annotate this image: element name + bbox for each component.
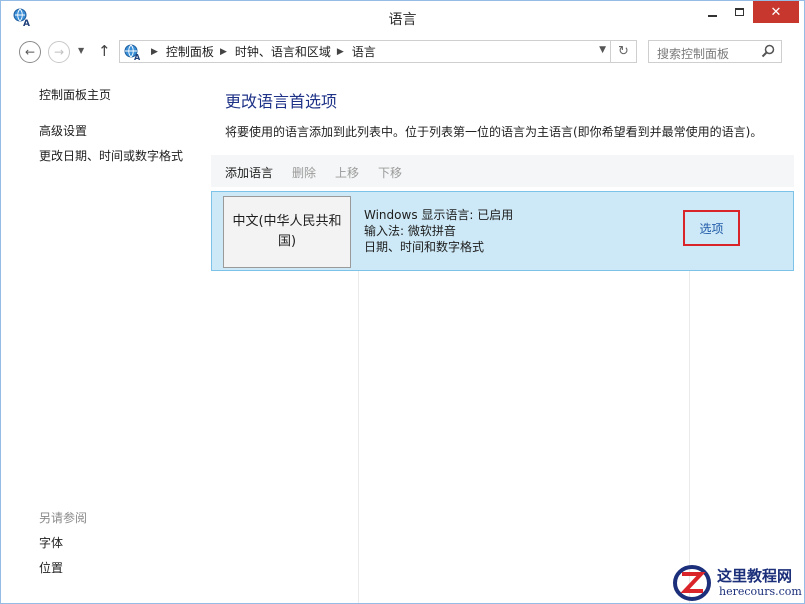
up-button[interactable]: ↑ bbox=[98, 42, 111, 60]
svg-text:A: A bbox=[134, 53, 141, 61]
search-icon[interactable] bbox=[761, 44, 775, 58]
display-language-status: Windows 显示语言: 已启用 bbox=[364, 208, 514, 222]
address-history-dropdown[interactable]: ▼ bbox=[599, 45, 606, 55]
remove-button[interactable]: 删除 bbox=[292, 164, 316, 181]
sidebar-item-advanced-settings[interactable]: 高级设置 bbox=[39, 122, 87, 139]
chevron-down-icon: ▼ bbox=[78, 46, 85, 55]
arrow-right-icon: → bbox=[53, 45, 65, 59]
language-details: Windows 显示语言: 已启用 输入法: 微软拼音 日期、时间和数字格式 bbox=[364, 207, 513, 255]
minimize-icon bbox=[707, 14, 717, 17]
sidebar-item-control-panel-home[interactable]: 控制面板主页 bbox=[39, 86, 111, 103]
add-language-button[interactable]: 添加语言 bbox=[225, 164, 273, 181]
watermark-title: 这里教程网 bbox=[717, 567, 793, 585]
control-panel-window: A 语言 ✕ ← → ▼ ↑ A ▶ 控制面板 ▶ 时钟、语言和区域 ▶ 语言 … bbox=[0, 0, 805, 604]
search-input[interactable]: 搜索控制面板 bbox=[648, 40, 782, 63]
site-watermark-logo: 这里教程网 herecours.com bbox=[671, 561, 804, 603]
refresh-icon: ↻ bbox=[618, 44, 629, 59]
main-content: 更改语言首选项 将要使用的语言添加到此列表中。位于列表第一位的语言为主语言(即你… bbox=[211, 67, 804, 603]
arrow-up-icon: ↑ bbox=[98, 42, 111, 60]
sidebar-item-fonts[interactable]: 字体 bbox=[39, 534, 63, 551]
language-globe-icon: A bbox=[124, 44, 141, 61]
language-list: 中文(中华人民共和国) Windows 显示语言: 已启用 输入法: 微软拼音 … bbox=[211, 191, 794, 603]
date-time-format: 日期、时间和数字格式 bbox=[364, 240, 485, 254]
forward-button[interactable]: → bbox=[48, 41, 70, 63]
chevron-right-icon[interactable]: ▶ bbox=[337, 47, 344, 57]
minimize-button[interactable] bbox=[698, 1, 726, 23]
sidebar: 控制面板主页 高级设置 更改日期、时间或数字格式 另请参阅 字体 位置 bbox=[1, 67, 211, 603]
watermark-url: herecours.com bbox=[719, 585, 802, 598]
window-title: 语言 bbox=[388, 12, 417, 28]
language-toolbar: 添加语言 删除 上移 下移 bbox=[211, 155, 794, 187]
recent-locations-dropdown[interactable]: ▼ bbox=[78, 46, 84, 55]
watermark-z-logo-icon bbox=[673, 565, 711, 601]
chevron-right-icon[interactable]: ▶ bbox=[151, 47, 158, 57]
search-placeholder: 搜索控制面板 bbox=[657, 47, 730, 61]
back-button[interactable]: ← bbox=[19, 41, 41, 63]
page-description: 将要使用的语言添加到此列表中。位于列表第一位的语言为主语言(即你希望看到并最常使… bbox=[225, 125, 763, 139]
close-button[interactable]: ✕ bbox=[753, 1, 799, 23]
language-row[interactable]: 中文(中华人民共和国) Windows 显示语言: 已启用 输入法: 微软拼音 … bbox=[211, 191, 794, 271]
input-method: 输入法: 微软拼音 bbox=[364, 224, 456, 238]
chevron-right-icon[interactable]: ▶ bbox=[220, 47, 227, 57]
close-icon: ✕ bbox=[770, 4, 782, 20]
page-title: 更改语言首选项 bbox=[225, 92, 338, 111]
refresh-button[interactable]: ↻ bbox=[610, 41, 636, 62]
move-down-button[interactable]: 下移 bbox=[378, 164, 402, 181]
maximize-button[interactable] bbox=[726, 1, 752, 23]
move-up-button[interactable]: 上移 bbox=[335, 164, 359, 181]
language-name-button[interactable]: 中文(中华人民共和国) bbox=[223, 196, 351, 268]
breadcrumb-clock-language-region[interactable]: 时钟、语言和区域 bbox=[235, 43, 331, 60]
arrow-left-icon: ← bbox=[24, 45, 36, 59]
sidebar-item-change-date-time-format[interactable]: 更改日期、时间或数字格式 bbox=[39, 147, 183, 164]
navigation-bar: ← → ▼ ↑ A ▶ 控制面板 ▶ 时钟、语言和区域 ▶ 语言 ▼ ↻ 搜索控… bbox=[1, 37, 804, 67]
title-bar[interactable]: A 语言 ✕ bbox=[1, 1, 804, 33]
breadcrumb-language[interactable]: 语言 bbox=[352, 43, 376, 60]
address-bar[interactable]: A ▶ 控制面板 ▶ 时钟、语言和区域 ▶ 语言 ▼ ↻ bbox=[119, 40, 637, 63]
maximize-icon bbox=[734, 8, 744, 16]
options-link[interactable]: 选项 bbox=[683, 210, 740, 246]
see-also-heading: 另请参阅 bbox=[39, 511, 88, 525]
sidebar-item-location[interactable]: 位置 bbox=[39, 559, 63, 576]
breadcrumb-control-panel[interactable]: 控制面板 bbox=[166, 43, 214, 60]
